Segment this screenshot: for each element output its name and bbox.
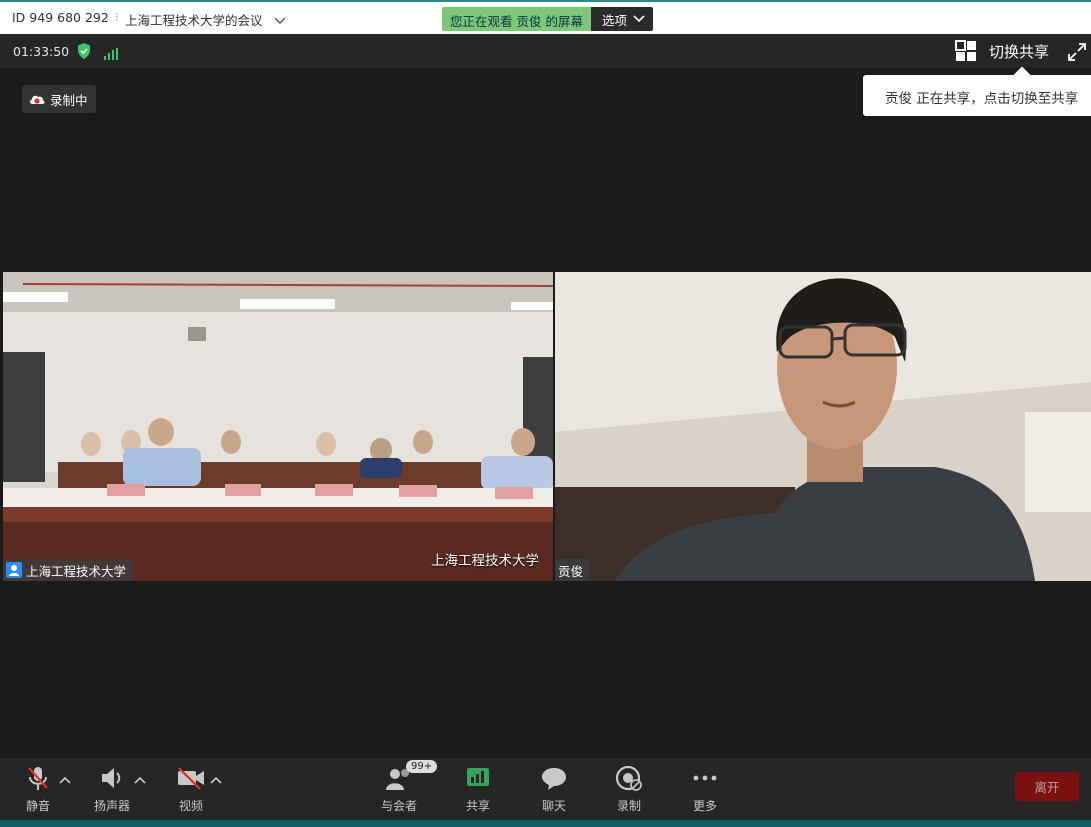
participants-count-badge: 99+ (406, 760, 438, 773)
record-label: 录制 (616, 799, 641, 813)
chat-button[interactable]: 聊天 (540, 764, 568, 814)
signal-icon[interactable] (104, 45, 120, 64)
meeting-toolbar: 静音 扬声器 视频 与会者 99+ 共享 聊天 录制 更多 离开 (0, 758, 1091, 820)
viewing-banner: 您正在观看 贡俊 的屏幕 选项 (442, 7, 653, 31)
video-stage: 录制中 贡俊 正在共享，点击切换至共享 上海工程技术大学 上海工程技术大学 贡俊 (0, 66, 1091, 758)
record-button[interactable]: 录制 (615, 764, 643, 814)
video-watermark: 上海工程技术大学 (431, 553, 539, 569)
meeting-title[interactable]: 上海工程技术大学的会议 (125, 10, 263, 29)
mic-muted-icon (28, 767, 48, 790)
speaker-label: 扬声器 (94, 799, 131, 813)
camera-off-icon (178, 767, 204, 790)
options-button[interactable]: 选项 (590, 7, 653, 31)
speaker-icon (102, 768, 121, 788)
video-tile-right[interactable]: 贡俊 (555, 272, 1091, 581)
more-icon (693, 775, 717, 781)
participant-name-tag: 上海工程技术大学 (3, 559, 133, 581)
video-label: 视频 (178, 799, 203, 813)
chevron-up-icon[interactable] (133, 770, 147, 789)
participant-name: 贡俊 (558, 563, 584, 579)
chat-label: 聊天 (541, 799, 566, 813)
video-tile-left[interactable]: 上海工程技术大学 上海工程技术大学 (3, 272, 553, 581)
options-label: 选项 (601, 12, 627, 28)
chat-icon (542, 768, 566, 790)
share-screen-icon (467, 768, 489, 786)
speaker-button[interactable]: 扬声器 (94, 764, 130, 814)
chevron-down-icon (633, 15, 645, 23)
participant-name-tag: 贡俊 (555, 559, 590, 581)
cloud-record-icon (29, 95, 45, 104)
more-button[interactable]: 更多 (691, 764, 719, 814)
participant-name: 上海工程技术大学 (26, 563, 127, 579)
meeting-id: ID 949 680 292 (12, 10, 109, 25)
title-bar: ID 949 680 292 ⁝ 上海工程技术大学的会议 您正在观看 贡俊 的屏… (0, 0, 1091, 34)
switch-share-button[interactable]: 切换共享 (955, 40, 1049, 62)
user-icon (6, 562, 22, 578)
share-tooltip: 贡俊 正在共享，点击切换至共享 (863, 75, 1091, 116)
shield-icon[interactable] (77, 43, 91, 63)
mute-label: 静音 (25, 799, 50, 813)
fullscreen-icon[interactable] (1068, 43, 1086, 65)
speaker-video-image (555, 272, 1091, 581)
recording-label: 录制中 (50, 92, 88, 108)
chevron-up-icon[interactable] (58, 770, 72, 789)
participants-label: 与会者 (381, 799, 418, 813)
title-separator: ⁝ (115, 10, 119, 24)
status-bar: 01:33:50 切换共享 (0, 34, 1091, 68)
video-button[interactable]: 视频 (176, 764, 206, 814)
switch-share-icon (955, 40, 976, 61)
record-icon (615, 765, 642, 791)
more-label: 更多 (692, 799, 717, 813)
meeting-timer: 01:33:50 (13, 44, 70, 59)
chevron-down-icon[interactable] (274, 11, 286, 30)
chevron-up-icon[interactable] (209, 770, 223, 789)
mute-button[interactable]: 静音 (24, 764, 52, 814)
leave-button[interactable]: 离开 (1015, 772, 1079, 801)
conference-room-image (3, 272, 553, 581)
viewing-text: 您正在观看 贡俊 的屏幕 (442, 7, 591, 31)
window-edge (0, 820, 1091, 827)
recording-indicator[interactable]: 录制中 (22, 85, 96, 113)
switch-share-label: 切换共享 (989, 42, 1050, 61)
share-button[interactable]: 共享 (464, 764, 492, 814)
share-label: 共享 (465, 799, 490, 813)
